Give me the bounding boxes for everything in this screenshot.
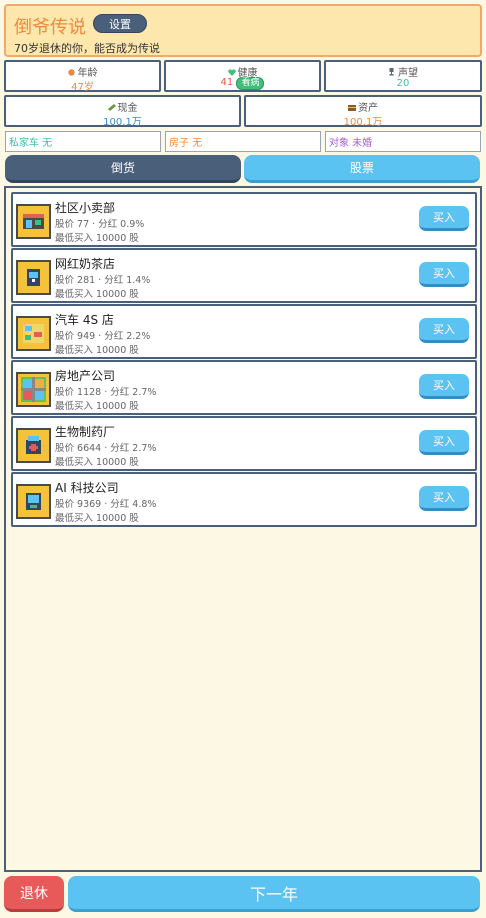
buy-button[interactable]: 买入: [419, 206, 469, 231]
retire-button[interactable]: 退休: [4, 876, 64, 912]
store-icon: [16, 204, 51, 239]
stock-item: 房地产公司 股价 1128 · 分红 2.7% 最低买入 10000 股 买入: [11, 360, 477, 415]
stock-item: AI 科技公司 股价 9369 · 分红 4.8% 最低买入 10000 股 买…: [11, 472, 477, 527]
stock-item: 网红奶茶店 股价 281 · 分红 1.4% 最低买入 10000 股 买入: [11, 248, 477, 303]
assets-stat: 资产 100.1万: [244, 95, 482, 128]
stock-price: 股价 6644 · 分红 2.7%: [55, 443, 157, 454]
stock-name: 汽车 4S 店: [55, 313, 114, 327]
real-estate-icon: [16, 372, 51, 407]
stock-price: 股价 77 · 分红 0.9%: [55, 219, 145, 230]
game-subtitle: 70岁退休的你，能否成为传说: [14, 42, 160, 55]
milk-tea-icon: [16, 260, 51, 295]
stock-min-buy: 最低买入 10000 股: [55, 289, 139, 300]
stock-min-buy: 最低买入 10000 股: [55, 345, 139, 356]
heart-icon: [227, 68, 236, 76]
stock-min-buy: 最低买入 10000 股: [55, 457, 139, 468]
buy-button[interactable]: 买入: [419, 262, 469, 287]
house-info: 房子 无: [165, 131, 321, 152]
game-header: 倒爷传说 设置 70岁退休的你，能否成为传说: [4, 4, 482, 57]
stock-item: 社区小卖部 股价 77 · 分红 0.9% 最低买入 10000 股 买入: [11, 192, 477, 247]
car-info: 私家车 无: [5, 131, 161, 152]
see-doctor-button[interactable]: 看病: [236, 77, 265, 90]
cash-label: 现金: [117, 102, 138, 114]
next-year-button[interactable]: 下一年: [68, 876, 480, 912]
stock-name: 房地产公司: [55, 369, 116, 383]
treasure-chest-icon: [348, 103, 356, 111]
tab-trade[interactable]: 倒货: [5, 155, 241, 183]
reputation-value: 20: [396, 78, 410, 89]
cash-icon: [107, 103, 116, 111]
settings-button[interactable]: 设置: [93, 14, 147, 33]
assets-label: 资产: [358, 102, 378, 114]
trophy-icon: [388, 67, 395, 75]
stock-item: 生物制药厂 股价 6644 · 分红 2.7% 最低买入 10000 股 买入: [11, 416, 477, 471]
reputation-stat: 声望 20: [324, 60, 482, 92]
stock-name: AI 科技公司: [55, 481, 119, 495]
reputation-label: 声望: [398, 67, 418, 79]
pharma-icon: [16, 428, 51, 463]
partner-info: 对象 未婚: [325, 131, 481, 152]
buy-button[interactable]: 买入: [419, 486, 469, 511]
ai-tech-icon: [16, 484, 51, 519]
stock-item: 汽车 4S 店 股价 949 · 分红 2.2% 最低买入 10000 股 买入: [11, 304, 477, 359]
buy-button[interactable]: 买入: [419, 374, 469, 399]
health-stat: 健康 41 看病: [164, 60, 321, 92]
age-value: 47岁: [71, 82, 94, 93]
stock-panel: 社区小卖部 股价 77 · 分红 0.9% 最低买入 10000 股 买入 网红…: [4, 186, 482, 872]
health-value: 41: [220, 77, 234, 88]
tab-stocks[interactable]: 股票: [244, 155, 480, 183]
age-stat: 年龄 47岁: [4, 60, 161, 93]
stock-price: 股价 9369 · 分红 4.8%: [55, 499, 157, 510]
age-icon: [67, 68, 75, 76]
cash-stat: 现金 100.1万: [4, 95, 241, 128]
assets-value: 100.1万: [343, 117, 383, 128]
stock-name: 社区小卖部: [55, 201, 116, 215]
buy-button[interactable]: 买入: [419, 430, 469, 455]
buy-button[interactable]: 买入: [419, 318, 469, 343]
stock-price: 股价 1128 · 分红 2.7%: [55, 387, 157, 398]
stock-min-buy: 最低买入 10000 股: [55, 513, 139, 524]
stock-min-buy: 最低买入 10000 股: [55, 401, 139, 412]
car-dealer-icon: [16, 316, 51, 351]
game-title: 倒爷传说: [14, 17, 86, 38]
stock-price: 股价 949 · 分红 2.2%: [55, 331, 151, 342]
stock-name: 生物制药厂: [55, 425, 116, 439]
age-label: 年龄: [77, 67, 98, 79]
cash-value: 100.1万: [103, 117, 142, 128]
stock-name: 网红奶茶店: [55, 257, 116, 271]
stock-price: 股价 281 · 分红 1.4%: [55, 275, 151, 286]
stock-min-buy: 最低买入 10000 股: [55, 233, 139, 244]
